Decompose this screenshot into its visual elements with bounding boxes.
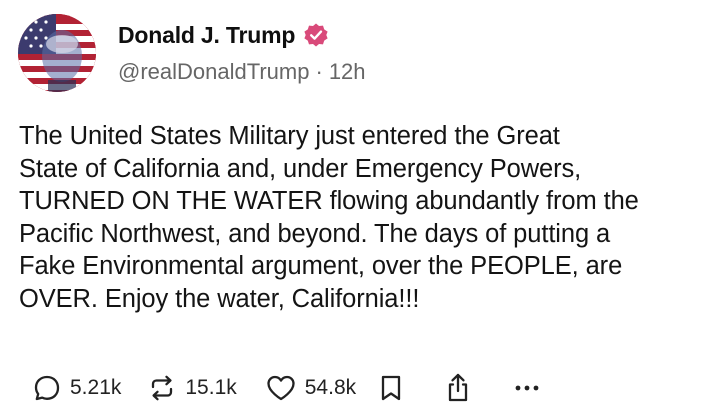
repost-count: 15.1k <box>185 376 237 399</box>
author-handle[interactable]: @realDonaldTrump <box>118 59 309 85</box>
reply-button[interactable]: 5.21k <box>32 373 121 403</box>
avatar[interactable] <box>18 14 96 92</box>
author-display-name[interactable]: Donald J. Trump <box>118 22 295 49</box>
repost-icon <box>147 373 177 403</box>
repost-button[interactable]: 15.1k <box>147 373 237 403</box>
reply-count: 5.21k <box>70 376 122 399</box>
meta-separator: · <box>315 59 323 84</box>
author-meta-row: @realDonaldTrump · 12h <box>118 59 366 85</box>
share-icon <box>444 372 472 404</box>
share-button[interactable] <box>444 372 472 404</box>
bookmark-button[interactable] <box>378 373 404 403</box>
bookmark-icon <box>378 373 404 403</box>
avatar-image <box>18 14 96 92</box>
post-timestamp[interactable]: 12h <box>329 59 366 85</box>
post-text: The United States Military just entered … <box>19 122 639 313</box>
more-options-button[interactable] <box>512 373 542 403</box>
like-count: 54.8k <box>304 376 357 399</box>
reply-icon <box>32 373 62 403</box>
like-icon <box>265 373 297 403</box>
like-button[interactable]: 54.8k <box>265 373 356 403</box>
action-bar: 5.21k 15.1k 54.8k <box>32 368 542 408</box>
author-name-row: Donald J. Trump <box>118 20 329 50</box>
post-card: Donald J. Trump @realDonaldTrump · 12h T… <box>0 0 709 419</box>
more-icon <box>512 373 542 403</box>
verified-badge-icon <box>303 22 329 48</box>
